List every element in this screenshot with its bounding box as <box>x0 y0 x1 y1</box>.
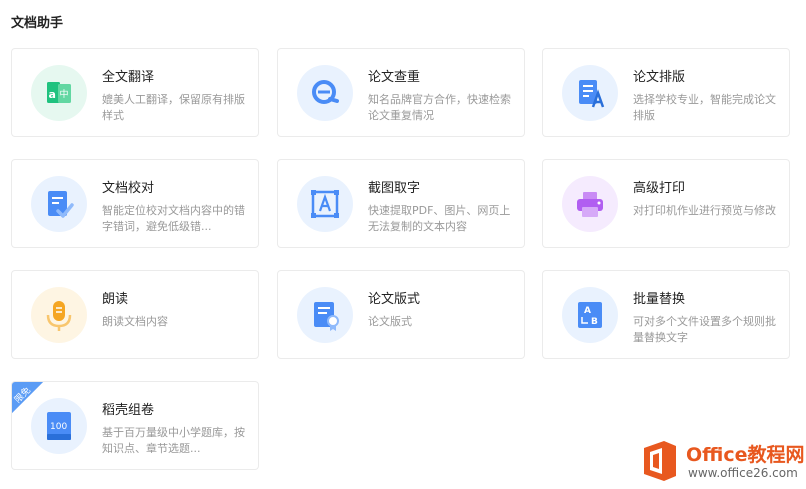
card-description: 基于百万量级中小学题库，按知识点、章节选题... <box>102 426 245 455</box>
card-description: 论文版式 <box>368 315 412 328</box>
card-title: 论文排版 <box>633 70 686 85</box>
plagiarism-check-icon <box>297 65 353 121</box>
card-title: 朗读 <box>102 292 129 307</box>
card-paper-layout[interactable]: 论文版式 论文版式 <box>277 270 525 359</box>
card-title: 论文版式 <box>368 292 421 307</box>
card-description: 知名品牌官方合作，快速检索论文重复情况 <box>368 93 511 122</box>
batch-replace-icon: A B <box>562 287 618 343</box>
office-logo-icon <box>644 441 676 481</box>
printer-icon <box>562 176 618 232</box>
card-advanced-print[interactable]: 高级打印 对打印机作业进行预览与修改 <box>542 159 790 248</box>
exam-score-text: 100 <box>50 422 67 432</box>
card-proofread[interactable]: 文档校对 智能定位校对文档内容中的错字错词，避免低级错... <box>11 159 259 248</box>
watermark-brand: Office教程网 <box>686 444 805 466</box>
card-description: 媲美人工翻译，保留原有排版样式 <box>102 93 245 122</box>
card-title: 高级打印 <box>633 181 686 196</box>
paper-format-icon <box>562 65 618 121</box>
free-badge: 限免 <box>12 382 44 414</box>
card-title: 全文翻译 <box>102 70 155 85</box>
svg-text:A: A <box>584 306 591 316</box>
svg-text:中: 中 <box>60 88 69 100</box>
card-screenshot-ocr[interactable]: 截图取字 快速提取PDF、图片、网页上无法复制的文本内容 <box>277 159 525 248</box>
svg-text:B: B <box>591 317 598 327</box>
card-plagiarism-check[interactable]: 论文查重 知名品牌官方合作，快速检索论文重复情况 <box>277 48 525 137</box>
card-description: 可对多个文件设置多个规则批量替换文字 <box>633 315 776 344</box>
card-description: 智能定位校对文档内容中的错字错词，避免低级错... <box>102 204 245 233</box>
watermark: Office教程网 www.office26.com <box>636 436 806 489</box>
svg-text:a: a <box>49 88 56 101</box>
card-description: 快速提取PDF、图片、网页上无法复制的文本内容 <box>368 204 511 233</box>
card-title: 文档校对 <box>102 181 155 196</box>
card-paper-format[interactable]: 论文排版 选择学校专业，智能完成论文排版 <box>542 48 790 137</box>
card-description: 对打印机作业进行预览与修改 <box>633 204 776 217</box>
translate-icon: a 中 <box>31 65 87 121</box>
card-description: 朗读文档内容 <box>102 315 168 328</box>
card-batch-replace[interactable]: A B 批量替换 可对多个文件设置多个规则批量替换文字 <box>542 270 790 359</box>
card-title: 批量替换 <box>633 292 686 307</box>
microphone-icon <box>31 287 87 343</box>
card-read-aloud[interactable]: 朗读 朗读文档内容 <box>11 270 259 359</box>
section-title: 文档助手 <box>11 16 64 31</box>
certificate-doc-icon <box>297 287 353 343</box>
screenshot-ocr-icon <box>297 176 353 232</box>
card-description: 选择学校专业，智能完成论文排版 <box>633 93 776 122</box>
proofread-icon <box>31 176 87 232</box>
card-title: 截图取字 <box>368 181 421 196</box>
card-title: 稻壳组卷 <box>102 403 155 418</box>
card-full-translate[interactable]: a 中 全文翻译 媲美人工翻译，保留原有排版样式 <box>11 48 259 137</box>
card-exam-builder[interactable]: 100 限免 稻壳组卷 基于百万量级中小学题库，按知识点、章节选题... <box>11 381 259 470</box>
card-title: 论文查重 <box>368 70 421 85</box>
watermark-url: www.office26.com <box>688 466 798 480</box>
